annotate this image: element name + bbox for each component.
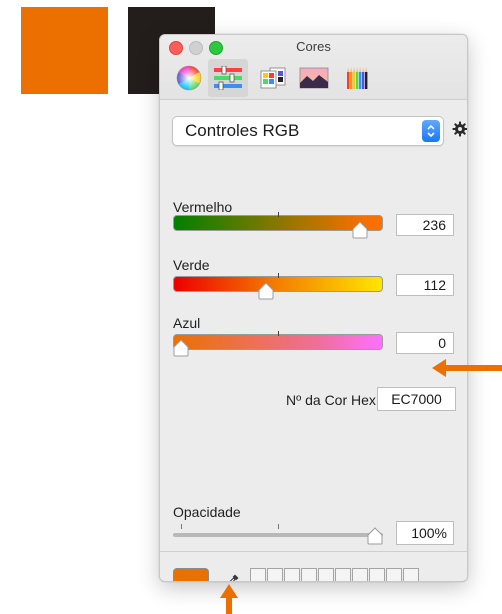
- color-model-selected: Controles RGB: [185, 121, 300, 140]
- hex-field[interactable]: EC7000: [377, 387, 456, 411]
- green-slider[interactable]: [173, 273, 383, 292]
- color-model-popup[interactable]: Controles RGB: [172, 116, 444, 146]
- eyedropper-button[interactable]: [222, 573, 240, 581]
- swatch-cell[interactable]: [318, 568, 334, 581]
- window-title: Cores: [296, 39, 331, 54]
- custom-swatches-grid: [250, 568, 419, 581]
- opacity-slider-thumb[interactable]: [367, 527, 383, 545]
- popup-stepper: [422, 120, 440, 142]
- colors-panel: Cores Controles RGB Vermelho 236 Verde 1…: [159, 34, 468, 582]
- green-slider-tick: [278, 273, 279, 278]
- blue-slider[interactable]: [173, 331, 383, 350]
- green-label: Verde: [173, 257, 210, 273]
- arrow-left-icon: [432, 359, 502, 377]
- tab-color-wheel[interactable]: [169, 59, 209, 97]
- swatch-cell[interactable]: [403, 568, 419, 581]
- blue-value-field[interactable]: 0: [396, 332, 454, 354]
- color-sliders-icon: [214, 66, 242, 90]
- swatch-cell[interactable]: [369, 568, 385, 581]
- tab-color-sliders[interactable]: [208, 59, 248, 97]
- swatch-cell[interactable]: [352, 568, 368, 581]
- green-value-field[interactable]: 112: [396, 274, 454, 296]
- swatch-bar: [160, 551, 467, 581]
- title-bar: Cores: [160, 35, 467, 100]
- color-wheel-icon: [176, 65, 202, 91]
- opacity-tick: [278, 524, 279, 529]
- blue-slider-thumb[interactable]: [173, 339, 189, 357]
- swatch-cell[interactable]: [250, 568, 266, 581]
- arrow-up-icon: [220, 584, 238, 614]
- swatch-cell[interactable]: [386, 568, 402, 581]
- swatch-cell[interactable]: [301, 568, 317, 581]
- gear-icon: [452, 121, 467, 137]
- blue-slider-tick: [278, 331, 279, 336]
- swatch-cell[interactable]: [335, 568, 351, 581]
- red-value-field[interactable]: 236: [396, 214, 454, 236]
- opacity-slider[interactable]: [173, 533, 383, 537]
- red-slider-tick: [278, 212, 279, 217]
- opacity-label: Opacidade: [173, 504, 241, 520]
- chevron-up-down-icon: [427, 124, 435, 138]
- tab-image-palettes[interactable]: [294, 59, 334, 97]
- options-button[interactable]: [452, 121, 467, 142]
- eyedropper-icon: [229, 574, 239, 581]
- tab-color-palettes[interactable]: [253, 59, 293, 97]
- pencils-icon: [347, 67, 368, 89]
- opacity-value-field[interactable]: 100%: [396, 521, 454, 545]
- image-palettes-icon: [299, 67, 329, 89]
- red-label: Vermelho: [173, 199, 233, 215]
- swatch-cell[interactable]: [284, 568, 300, 581]
- current-color-well[interactable]: [173, 568, 209, 581]
- opacity-tick: [181, 524, 182, 529]
- color-palettes-icon: [260, 67, 286, 89]
- swatch-cell[interactable]: [267, 568, 283, 581]
- tab-pencils[interactable]: [338, 59, 378, 97]
- green-slider-thumb[interactable]: [258, 282, 274, 300]
- orange-swatch: [21, 7, 108, 94]
- hex-label: Nº da Cor Hex: [286, 392, 376, 408]
- red-slider-thumb[interactable]: [352, 221, 368, 239]
- blue-label: Azul: [173, 315, 201, 331]
